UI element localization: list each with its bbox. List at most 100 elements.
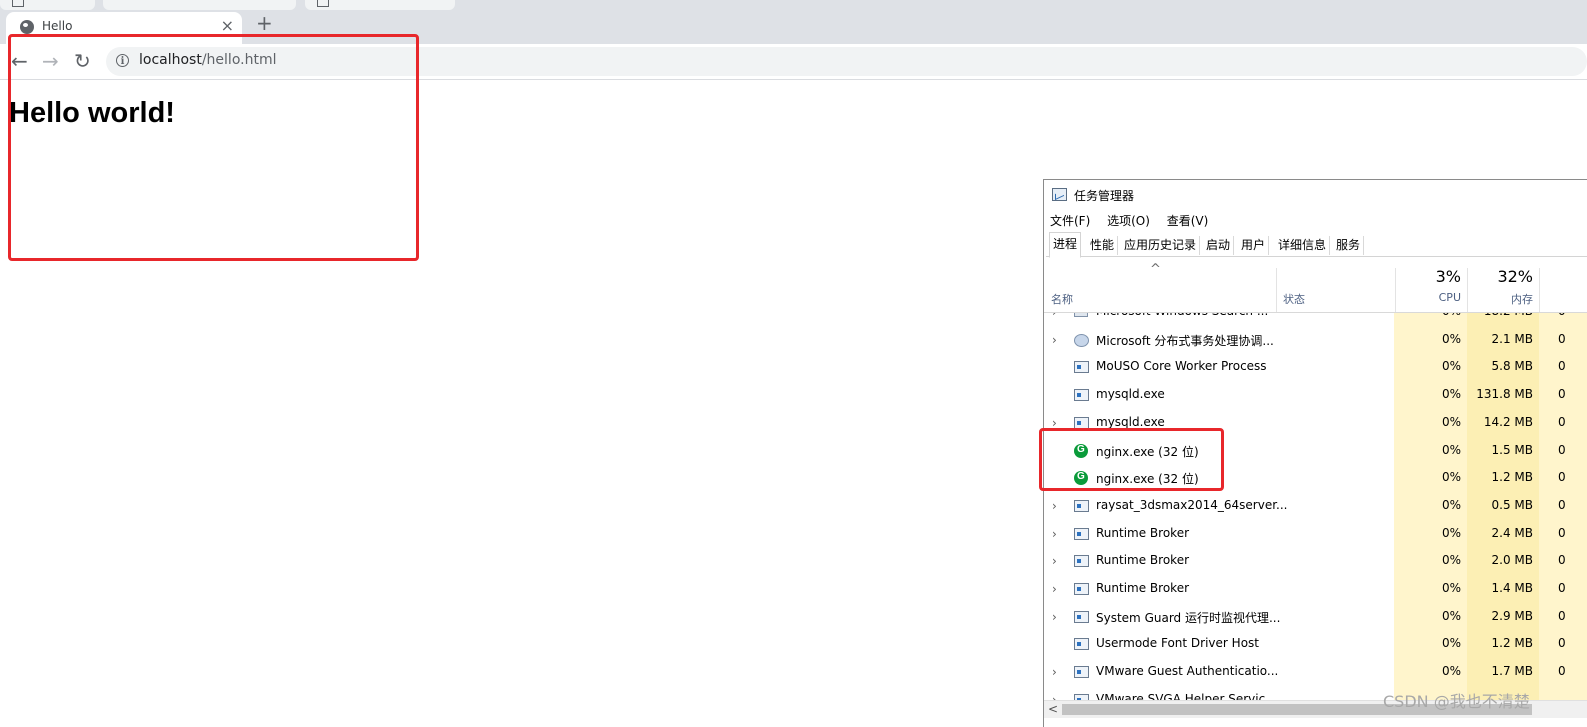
expand-chevron-icon[interactable]: › [1052, 582, 1057, 596]
distributed-icon [1074, 333, 1089, 347]
process-list: ›Microsoft Windows Search ...0%18.2 MB0›… [1044, 313, 1587, 701]
window-title: 任务管理器 [1074, 189, 1135, 203]
process-memory: 131.8 MB [1476, 387, 1533, 402]
process-row[interactable]: › Runtime Broker 0% 2.0 MB 0 [1044, 548, 1587, 576]
process-memory: 2.0 MB [1491, 553, 1533, 568]
expand-chevron-icon[interactable]: › [1052, 554, 1057, 568]
process-row[interactable]: mysqld.exe 0% 131.8 MB 0 [1044, 382, 1587, 410]
process-cpu: 0% [1441, 470, 1461, 485]
globe-icon [20, 20, 34, 34]
expand-chevron-icon[interactable]: › [1052, 313, 1057, 319]
window-icon [12, 0, 24, 7]
tab-app-history[interactable]: 应用历史记录 [1121, 236, 1201, 255]
process-name: Microsoft Windows Search ... [1096, 313, 1268, 318]
process-disk: 0 [1558, 608, 1566, 623]
process-row[interactable]: › System Guard 运行时监视代理... 0% 2.9 MB 0 [1044, 604, 1587, 632]
tab-details[interactable]: 详细信息 [1275, 236, 1331, 255]
expand-chevron-icon[interactable]: › [1052, 499, 1057, 513]
process-memory: 1.5 MB [1491, 442, 1533, 457]
process-row[interactable]: › Microsoft Windows Search ... 0% 18.2 MB 0 [1044, 313, 1587, 327]
menu-options[interactable]: 选项(O) [1107, 214, 1150, 228]
process-icon [1074, 499, 1089, 512]
process-name: mysqld.exe [1096, 387, 1165, 402]
process-disk: 0 [1558, 470, 1566, 485]
tab-previous[interactable] [0, 0, 95, 10]
menu-view[interactable]: 查看(V) [1167, 214, 1209, 228]
process-row[interactable]: › raysat_3dsmax2014_64server... 0% 0.5 MB 0 [1044, 493, 1587, 521]
expand-chevron-icon[interactable]: › [1052, 610, 1057, 624]
tab-processes[interactable]: 进程 [1049, 232, 1082, 258]
process-name: Microsoft 分布式事务处理协调... [1096, 333, 1274, 348]
process-cpu: 0% [1441, 525, 1461, 540]
column-divider[interactable] [1467, 268, 1468, 312]
process-disk: 0 [1558, 359, 1566, 374]
column-divider[interactable] [1539, 268, 1540, 312]
process-memory: 2.9 MB [1491, 608, 1533, 623]
process-memory: 18.2 MB [1472, 313, 1533, 318]
process-icon [1074, 666, 1089, 679]
process-row[interactable]: › Microsoft 分布式事务处理协调... 0% 2.1 MB 0 [1044, 327, 1587, 355]
process-name: mysqld.exe [1096, 414, 1165, 429]
process-memory: 1.4 MB [1491, 581, 1533, 595]
column-divider[interactable] [1276, 268, 1277, 312]
process-icon [1074, 555, 1089, 568]
process-name: Usermode Font Driver Host [1096, 636, 1259, 651]
tab-services[interactable]: 服务 [1333, 236, 1365, 255]
column-name[interactable]: 名称 [1051, 291, 1073, 307]
tab-users[interactable]: 用户 [1238, 236, 1270, 255]
process-cpu: 0% [1441, 387, 1461, 402]
column-cpu[interactable]: CPU [1424, 291, 1461, 304]
expand-chevron-icon[interactable]: › [1052, 527, 1057, 541]
expand-chevron-icon[interactable]: › [1052, 333, 1057, 347]
tab-performance[interactable]: 性能 [1087, 236, 1119, 255]
process-icon [1074, 610, 1089, 623]
menu-bar: 文件(F) 选项(O) 查看(V) [1050, 212, 1221, 229]
process-memory: 14.2 MB [1483, 414, 1533, 429]
tm-tab-bar: 进程 性能 应用历史记录 启动 用户 详细信息 服务 [1046, 232, 1587, 258]
process-cpu: 0% [1441, 608, 1461, 623]
process-row[interactable]: › Runtime Broker 0% 1.4 MB 0 [1044, 576, 1587, 604]
process-disk: 0 [1558, 525, 1566, 540]
process-name: raysat_3dsmax2014_64server... [1096, 497, 1288, 512]
menu-file[interactable]: 文件(F) [1050, 214, 1090, 228]
process-memory: 0.5 MB [1491, 497, 1533, 512]
process-table-header: ^ 名称 状态 3% CPU 32% 内存 [1044, 260, 1587, 313]
highlight-box-nginx [1039, 428, 1224, 491]
process-memory: 1.7 MB [1491, 664, 1533, 679]
process-row[interactable]: Usermode Font Driver Host 0% 1.2 MB 0 [1044, 631, 1587, 659]
process-row[interactable]: MoUSO Core Worker Process 0% 5.8 MB 0 [1044, 354, 1587, 382]
process-disk: 0 [1558, 442, 1566, 457]
process-icon [1074, 638, 1089, 651]
highlight-box-browser [8, 34, 419, 261]
process-name: VMware Guest Authenticatio... [1096, 664, 1279, 679]
tab-background[interactable] [103, 0, 296, 10]
tab-background-2[interactable] [305, 0, 455, 10]
scroll-left-arrow[interactable]: < [1048, 702, 1058, 716]
tab-startup[interactable]: 启动 [1203, 236, 1235, 255]
process-icon [1074, 416, 1089, 429]
process-disk: 0 [1558, 414, 1566, 429]
process-disk: 0 [1558, 387, 1566, 402]
process-memory: 1.2 MB [1491, 636, 1533, 651]
process-cpu: 0% [1424, 313, 1461, 318]
cpu-total[interactable]: 3% [1424, 267, 1461, 286]
process-disk: 0 [1558, 636, 1566, 651]
memory-total[interactable]: 32% [1472, 267, 1533, 286]
process-disk: 0 [1558, 313, 1566, 318]
process-cpu: 0% [1441, 664, 1461, 679]
task-manager-icon [1052, 188, 1067, 201]
process-row[interactable]: › VMware Guest Authenticatio... 0% 1.7 MB 0 [1044, 659, 1587, 687]
close-tab-icon[interactable]: × [221, 16, 234, 35]
process-row[interactable]: › Runtime Broker 0% 2.4 MB 0 [1044, 521, 1587, 549]
process-cpu: 0% [1441, 331, 1461, 346]
column-status[interactable]: 状态 [1283, 291, 1305, 307]
new-tab-button[interactable]: + [256, 13, 273, 33]
process-memory: 5.8 MB [1491, 359, 1533, 374]
process-icon [1074, 583, 1089, 595]
process-disk: 0 [1558, 331, 1566, 346]
process-cpu: 0% [1441, 359, 1461, 374]
expand-chevron-icon[interactable]: › [1052, 665, 1057, 679]
process-icon [1074, 527, 1089, 540]
column-memory[interactable]: 内存 [1472, 291, 1533, 307]
column-divider[interactable] [1395, 268, 1396, 312]
